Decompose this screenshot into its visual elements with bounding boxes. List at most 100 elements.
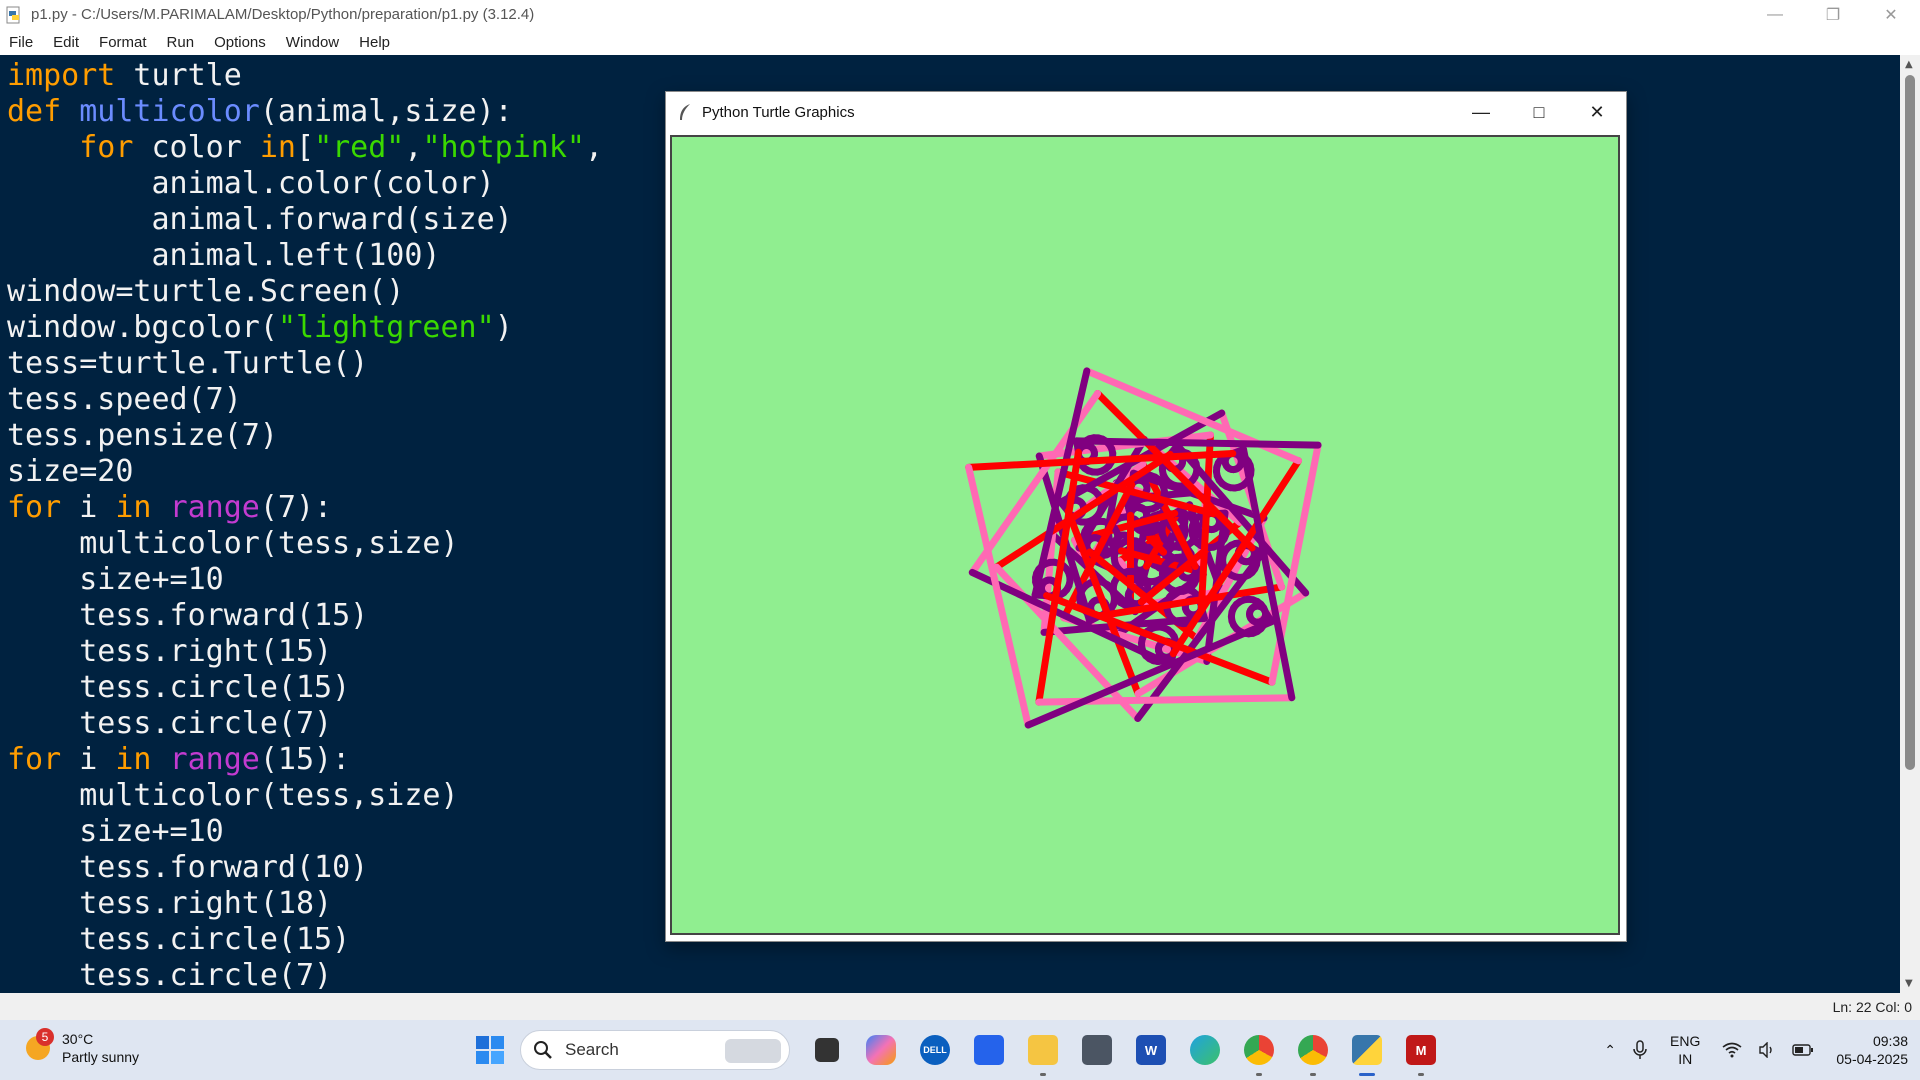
turtle-stroke — [1197, 431, 1214, 611]
code-line[interactable]: def multicolor(animal,size): — [7, 94, 603, 130]
turtle-window[interactable]: Python Turtle Graphics — □ ✕ — [665, 91, 1627, 942]
dell-button[interactable]: DELL — [913, 1028, 957, 1072]
mcafee-button[interactable]: M — [1399, 1028, 1443, 1076]
turtle-canvas[interactable] — [670, 135, 1620, 935]
temperature: 30°C — [62, 1031, 94, 1047]
dell-icon: DELL — [920, 1035, 950, 1065]
edge-button[interactable] — [1183, 1028, 1227, 1072]
camera-icon — [1082, 1035, 1112, 1065]
code-line[interactable]: size=20 — [7, 454, 603, 490]
file-explorer-button[interactable] — [1021, 1028, 1065, 1076]
chrome-button[interactable] — [1237, 1028, 1281, 1076]
store-button[interactable] — [967, 1028, 1011, 1072]
menu-help[interactable]: Help — [349, 34, 400, 51]
code-line[interactable]: window.bgcolor("lightgreen") — [7, 310, 603, 346]
code-line[interactable]: for i in range(7): — [7, 490, 603, 526]
word-button[interactable]: W — [1129, 1028, 1173, 1072]
python-button[interactable] — [1345, 1028, 1389, 1076]
editor-title-bar: p1.py - C:/Users/M.PARIMALAM/Desktop/Pyt… — [0, 0, 1920, 29]
code-line[interactable]: for i in range(15): — [7, 742, 603, 778]
chrome-profile-button[interactable] — [1291, 1028, 1335, 1076]
code-line[interactable]: tess.speed(7) — [7, 382, 603, 418]
code-line[interactable]: multicolor(tess,size) — [7, 778, 603, 814]
code-line[interactable]: tess=turtle.Turtle() — [7, 346, 603, 382]
code-line[interactable]: tess.right(18) — [7, 886, 603, 922]
scroll-down-icon[interactable]: ▼ — [1905, 978, 1913, 989]
edge-icon — [1190, 1035, 1220, 1065]
code-line[interactable]: tess.circle(15) — [7, 922, 603, 958]
volume-icon[interactable] — [1758, 1042, 1776, 1058]
task-view-button[interactable] — [805, 1028, 849, 1072]
code-text[interactable]: import turtle def multicolor(animal,size)… — [7, 58, 603, 994]
weather-condition: Partly sunny — [62, 1049, 140, 1065]
code-line[interactable]: animal.left(100) — [7, 238, 603, 274]
scroll-up-icon[interactable]: ▲ — [1905, 59, 1913, 70]
turtle-window-title: Python Turtle Graphics — [702, 103, 855, 121]
copilot-button[interactable] — [859, 1028, 903, 1072]
code-line[interactable]: tess.circle(7) — [7, 958, 603, 994]
search-placeholder: Search — [565, 1040, 619, 1059]
menu-edit[interactable]: Edit — [43, 34, 89, 51]
minimize-button[interactable]: — — [1746, 0, 1804, 29]
python-icon — [1352, 1035, 1382, 1065]
scrollbar-thumb[interactable] — [1905, 75, 1915, 770]
code-line[interactable]: tess.circle(15) — [7, 670, 603, 706]
show-hidden-icons-button[interactable]: ⌃ — [1604, 1042, 1616, 1059]
maximize-button[interactable]: ❐ — [1804, 0, 1862, 29]
menu-format[interactable]: Format — [89, 34, 157, 51]
weather-widget[interactable]: 5 30°C Partly sunny — [22, 1028, 140, 1066]
microphone-icon[interactable] — [1632, 1040, 1648, 1060]
camera-button[interactable] — [1075, 1028, 1119, 1072]
store-icon — [974, 1035, 1004, 1065]
file-explorer-icon — [1028, 1035, 1058, 1065]
copilot-icon — [866, 1035, 896, 1065]
clock[interactable]: 09:38 05-04-2025 — [1836, 1032, 1908, 1068]
close-button[interactable]: ✕ — [1862, 0, 1920, 29]
system-tray: ⌃ ENG IN 09:38 05-04-2025 — [1596, 1020, 1920, 1080]
date: 05-04-2025 — [1836, 1051, 1908, 1067]
menu-bar: File Edit Format Run Options Window Help — [0, 29, 1920, 55]
code-line[interactable]: tess.forward(10) — [7, 850, 603, 886]
code-line[interactable]: tess.pensize(7) — [7, 418, 603, 454]
code-line[interactable]: animal.forward(size) — [7, 202, 603, 238]
code-line[interactable]: size+=10 — [7, 814, 603, 850]
menu-options[interactable]: Options — [204, 34, 276, 51]
mcafee-icon: M — [1406, 1035, 1436, 1065]
code-line[interactable]: for color in["red","hotpink", — [7, 130, 603, 166]
code-line[interactable]: tess.circle(7) — [7, 706, 603, 742]
close-icon: ✕ — [1884, 6, 1898, 24]
code-line[interactable]: tess.right(15) — [7, 634, 603, 670]
code-line[interactable]: import turtle — [7, 58, 603, 94]
close-icon: ✕ — [1589, 101, 1605, 122]
vertical-scrollbar[interactable]: ▲ ▼ — [1900, 55, 1920, 993]
turtle-maximize-button[interactable]: □ — [1510, 92, 1568, 132]
status-bar: Ln: 22 Col: 0 — [0, 993, 1920, 1020]
menu-window[interactable]: Window — [276, 34, 349, 51]
minimize-icon: — — [1767, 5, 1783, 23]
restore-icon: ❐ — [1825, 6, 1841, 24]
code-line[interactable]: multicolor(tess,size) — [7, 526, 603, 562]
code-line[interactable]: window=turtle.Screen() — [7, 274, 603, 310]
start-button[interactable] — [470, 1030, 510, 1070]
search-icon — [534, 1041, 552, 1059]
turtle-close-button[interactable]: ✕ — [1568, 92, 1626, 132]
chrome-icon — [1244, 1035, 1274, 1065]
taskbar-search[interactable]: Search — [520, 1030, 790, 1070]
battery-icon[interactable] — [1792, 1044, 1814, 1056]
wifi-icon[interactable] — [1722, 1042, 1742, 1058]
chevron-up-icon: ⌃ — [1604, 1041, 1617, 1058]
feather-icon — [680, 104, 690, 120]
window-title: p1.py - C:/Users/M.PARIMALAM/Desktop/Pyt… — [31, 6, 535, 23]
turtle-title-bar[interactable]: Python Turtle Graphics — □ ✕ — [666, 92, 1626, 132]
turtle-minimize-button[interactable]: — — [1452, 92, 1510, 132]
turtle-drawing — [965, 367, 1322, 729]
menu-run[interactable]: Run — [157, 34, 205, 51]
code-line[interactable]: animal.color(color) — [7, 166, 603, 202]
code-line[interactable]: size+=10 — [7, 562, 603, 598]
menu-file[interactable]: File — [0, 34, 43, 51]
language-indicator[interactable]: ENG IN — [1670, 1032, 1700, 1068]
start-icon — [476, 1036, 504, 1064]
time: 09:38 — [1872, 1033, 1908, 1049]
code-line[interactable]: tess.forward(15) — [7, 598, 603, 634]
minimize-icon: — — [1472, 101, 1490, 122]
